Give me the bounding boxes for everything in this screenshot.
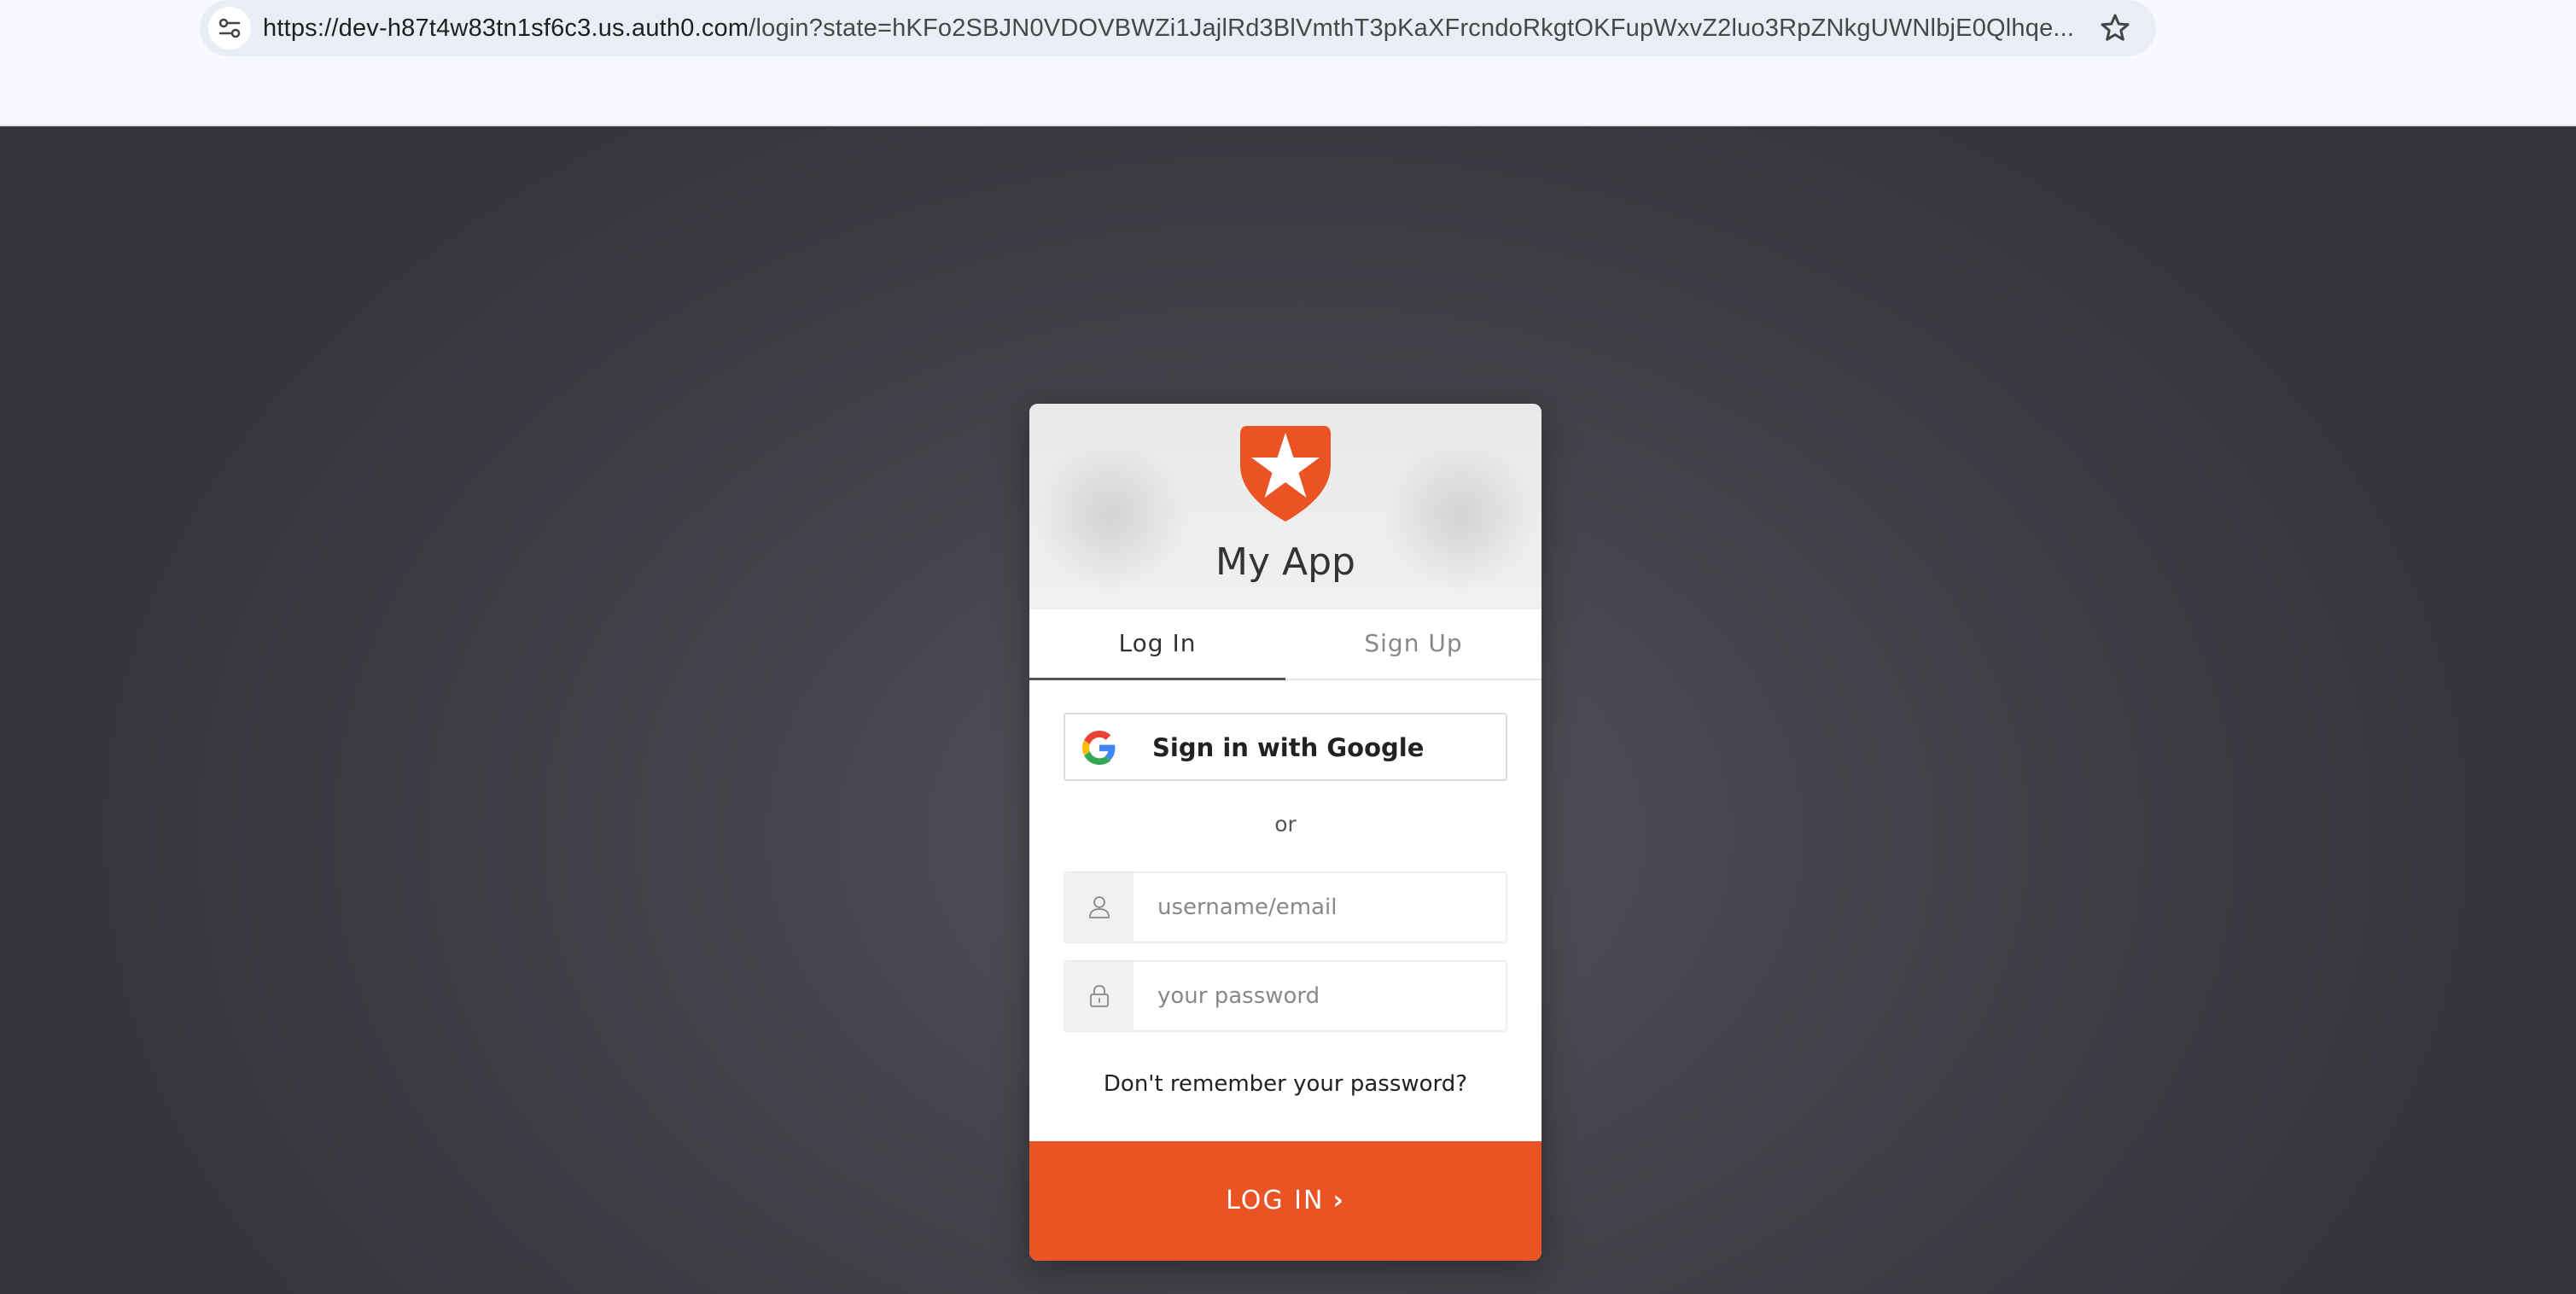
- tab-sign-up[interactable]: Sign Up: [1285, 609, 1542, 680]
- browser-toolbar: https://dev-h87t4w83tn1sf6c3.us.auth0.co…: [0, 0, 2576, 126]
- log-in-submit-button[interactable]: LOG IN ›: [1029, 1141, 1542, 1261]
- submit-label: LOG IN: [1226, 1186, 1325, 1215]
- forgot-password-link[interactable]: Don't remember your password?: [1029, 1071, 1542, 1097]
- url-path: /login?state=hKFo2SBJN0VDOVBWZi1JajlRd3B…: [749, 15, 2072, 42]
- google-button-label: Sign in with Google: [1152, 733, 1425, 762]
- user-icon-wrap: [1065, 873, 1134, 941]
- url-host: https://dev-h87t4w83tn1sf6c3.us.auth0.co…: [263, 15, 749, 42]
- password-input[interactable]: [1134, 962, 1506, 1030]
- google-sign-in-button[interactable]: Sign in with Google: [1064, 713, 1507, 781]
- or-separator: or: [1274, 812, 1297, 836]
- bookmark-star-icon[interactable]: [2098, 11, 2132, 45]
- auth-tabs: Log In Sign Up: [1029, 609, 1542, 680]
- user-icon: [1089, 896, 1110, 918]
- login-widget: My App Log In Sign Up Sign in with Googl…: [1029, 404, 1542, 1261]
- chevron-right-icon: ›: [1332, 1186, 1345, 1215]
- widget-header: My App: [1029, 404, 1542, 609]
- google-g-icon: [1082, 731, 1116, 765]
- password-field: [1064, 960, 1507, 1032]
- username-field: [1064, 871, 1507, 943]
- app-title: My App: [1215, 540, 1355, 584]
- lock-icon: [1090, 985, 1109, 1007]
- address-bar[interactable]: https://dev-h87t4w83tn1sf6c3.us.auth0.co…: [200, 0, 2156, 56]
- lock-icon-wrap: [1065, 962, 1134, 1030]
- site-info-icon: [219, 18, 241, 38]
- tab-log-in[interactable]: Log In: [1029, 609, 1285, 680]
- site-info-button[interactable]: [208, 7, 251, 50]
- username-input[interactable]: [1134, 873, 1506, 941]
- url-text[interactable]: https://dev-h87t4w83tn1sf6c3.us.auth0.co…: [263, 0, 2072, 56]
- auth0-shield-logo: [1240, 426, 1331, 522]
